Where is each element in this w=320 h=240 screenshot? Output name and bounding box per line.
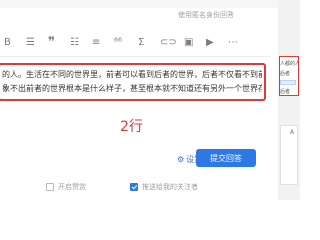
toolbar-divider	[0, 56, 270, 57]
header-strip	[0, 0, 278, 8]
enable-reward-option[interactable]: 开启赞赏	[46, 182, 86, 192]
blockquote-icon[interactable]: ❞	[48, 36, 55, 50]
formula-icon[interactable]: Σ	[138, 36, 144, 50]
font-size-label[interactable]: A	[290, 129, 294, 136]
anonymous-label: 使用匿名身份回答	[178, 11, 234, 19]
push-to-followers-option[interactable]: 推送给我的关注者	[130, 182, 198, 192]
answer-text-line-2[interactable]: 象不出前者的世界根本是什么样子，甚至根本就不知道还有另外一个世界存在。	[2, 83, 262, 94]
editor-toolbar: B ☰ ❞ ☷ ≡ ⁶⁶ Σ ⊂⊃ ▣ ▶ ⋯	[0, 36, 270, 52]
image-icon[interactable]: ▣	[184, 36, 193, 50]
enable-reward-label: 开启赞赏	[58, 183, 86, 191]
bulleted-list-icon[interactable]: ☷	[70, 36, 79, 50]
answer-editor: 使用匿名身份回答 B ☰ ❞ ☷ ≡ ⁶⁶ Σ ⊂⊃ ▣ ▶ ⋯ 的人。生活在不…	[0, 0, 278, 200]
line-count-annotation: 2行	[120, 119, 143, 135]
enable-reward-checkbox[interactable]	[46, 183, 54, 191]
anonymous-answer-link[interactable]: 使用匿名身份回答	[178, 10, 234, 20]
numbered-list-icon[interactable]: ≡	[92, 36, 100, 50]
submit-answer-button[interactable]: 提交回答	[196, 149, 256, 167]
heading-icon[interactable]: ☰	[26, 36, 35, 50]
side-text-1: 人都的人和不	[280, 61, 299, 67]
side-format-card	[280, 125, 298, 185]
answer-text-line-1[interactable]: 的人。生活在不同的世界里，前者可以看到后者的世界，后者不仅看不到前者的	[2, 69, 262, 80]
link-icon[interactable]: ⊂⊃	[160, 36, 177, 50]
code-icon[interactable]: ⁶⁶	[114, 36, 122, 50]
gear-icon: ⚙	[177, 155, 185, 164]
push-to-followers-checkbox[interactable]	[130, 183, 138, 191]
push-to-followers-label: 推送给我的关注者	[142, 183, 198, 191]
side-text-3: 后者	[280, 89, 291, 95]
side-text-2: 后者	[280, 71, 291, 77]
side-selected-chip	[280, 80, 296, 85]
more-icon[interactable]: ⋯	[228, 36, 238, 50]
bold-icon[interactable]: B	[4, 36, 11, 50]
video-icon[interactable]: ▶	[206, 36, 214, 50]
